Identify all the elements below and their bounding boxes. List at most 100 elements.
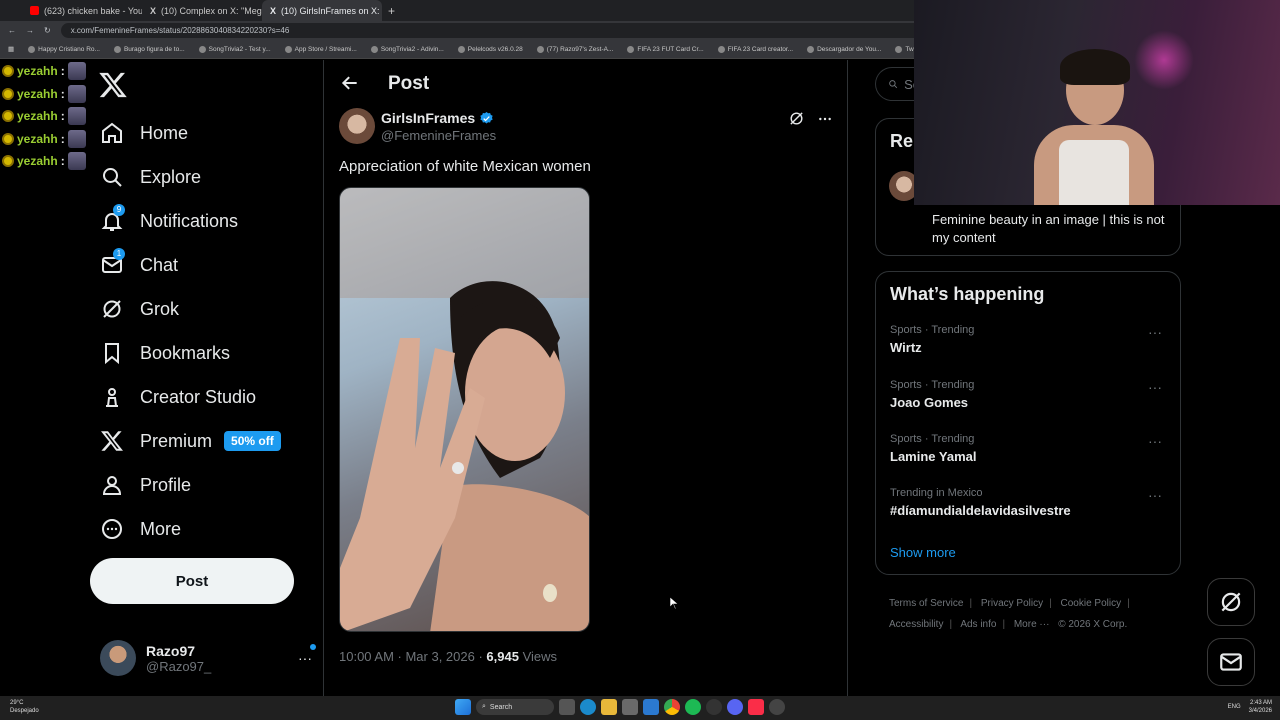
- bookmark-item[interactable]: App Store / Streami...: [284, 45, 357, 53]
- account-handle: @Razo97_: [146, 658, 212, 674]
- browser-tab[interactable]: X (10) Complex on X: "Megan Fo ✕: [142, 0, 262, 21]
- discord-icon[interactable]: [727, 699, 743, 715]
- mail-app-icon[interactable]: [643, 699, 659, 715]
- nav-home[interactable]: Home: [100, 111, 310, 155]
- bookmark-label: (77) Razo97's Zest-A...: [546, 45, 614, 53]
- obs-icon[interactable]: [706, 699, 722, 715]
- chat-username: yezahh: [17, 109, 58, 124]
- nav-grok[interactable]: Grok: [100, 287, 310, 331]
- grok-icon[interactable]: [788, 110, 805, 127]
- music-icon[interactable]: [748, 699, 764, 715]
- bookmark-item[interactable]: Burago figura de to...: [113, 45, 185, 53]
- more-icon[interactable]: ···: [1148, 487, 1162, 503]
- more-icon[interactable]: ···: [298, 644, 316, 666]
- messages-float-button[interactable]: [1207, 638, 1255, 686]
- stream-chat-overlay: yezahh: yezahh: yezahh: yezahh: yezahh:: [2, 60, 92, 173]
- footer-separator: |: [1049, 598, 1052, 609]
- store-icon[interactable]: [622, 699, 638, 715]
- trend-item[interactable]: Trending in Mexico #díamundialdelavidasi…: [890, 487, 1170, 518]
- bookmark-label: App Store / Streami...: [294, 45, 357, 53]
- new-tab-icon[interactable]: +: [388, 4, 395, 18]
- bookmark-favicon-icon: [457, 45, 465, 53]
- author-handle[interactable]: @FemenineFrames: [381, 128, 496, 143]
- nav-profile[interactable]: Profile: [100, 463, 310, 507]
- back-arrow-icon[interactable]: [340, 73, 360, 93]
- tab-label: (10) Complex on X: "Megan Fo: [161, 5, 262, 16]
- chat-badge-icon: [2, 110, 14, 123]
- footer-separator: |: [1127, 598, 1130, 609]
- spotify-icon[interactable]: [685, 699, 701, 715]
- author-avatar[interactable]: [339, 108, 375, 144]
- home-icon: [102, 122, 122, 143]
- system-tray: ENG 2:43 AM 3/4/2026: [1228, 699, 1272, 715]
- more-icon[interactable]: [817, 111, 833, 127]
- nav-bookmarks[interactable]: Bookmarks: [100, 331, 310, 375]
- bookmark-item[interactable]: Pelelcods v26.0.28: [457, 45, 523, 53]
- nav-chat[interactable]: 1 Chat: [100, 243, 310, 287]
- back-nav-icon[interactable]: ←: [8, 26, 16, 35]
- bookmark-label: Happy Cristiano Ro...: [38, 45, 100, 53]
- footer-link[interactable]: Ads info: [960, 619, 996, 630]
- bookmark-item[interactable]: (77) Razo97's Zest-A...: [536, 45, 614, 53]
- windows-start-icon[interactable]: [455, 699, 471, 715]
- post-time[interactable]: 10:00 AM · Mar 3, 2026 ·: [339, 649, 486, 664]
- browser-tab-active[interactable]: X (10) GirlsInFrames on X: "A ✕: [262, 0, 382, 21]
- bookmark-label: SongTrivia2 - Adivin...: [380, 45, 444, 53]
- weather-widget[interactable]: 29°C Despejado: [10, 699, 39, 715]
- post-media-image[interactable]: [339, 187, 590, 632]
- more-icon[interactable]: ···: [1148, 379, 1162, 395]
- bookmark-item[interactable]: Happy Cristiano Ro...: [28, 45, 100, 53]
- bookmark-item[interactable]: Descargador de You...: [807, 45, 881, 53]
- app-icon[interactable]: [769, 699, 785, 715]
- search-icon: [103, 168, 122, 187]
- footer-link[interactable]: Accessibility: [889, 619, 943, 630]
- nav-creator-studio[interactable]: Creator Studio: [100, 375, 310, 419]
- nav-notifications[interactable]: 9 Notifications: [100, 199, 310, 243]
- browser-tab[interactable]: (623) chicken bake - YouTube ✕: [22, 0, 142, 21]
- more-icon[interactable]: ···: [1148, 324, 1162, 340]
- grok-float-button[interactable]: [1207, 578, 1255, 626]
- bookmark-item[interactable]: SongTrivia2 - Adivin...: [370, 45, 444, 53]
- file-explorer-icon[interactable]: [601, 699, 617, 715]
- bookmark-favicon-icon: [717, 45, 725, 53]
- footer-link[interactable]: Cookie Policy: [1061, 598, 1122, 609]
- bookmark-item[interactable]: FIFA 23 Card creator...: [717, 45, 793, 53]
- post-button[interactable]: Post: [90, 558, 294, 604]
- trend-item[interactable]: Sports · Trending Joao Gomes ···: [890, 379, 1170, 410]
- url-field[interactable]: x.com/FemenineFrames/status/202886304083…: [60, 23, 941, 38]
- more-icon[interactable]: ···: [1148, 433, 1162, 449]
- trend-item[interactable]: Sports · Trending Wirtz ···: [890, 324, 1170, 355]
- forward-nav-icon[interactable]: →: [26, 26, 34, 35]
- clock[interactable]: 2:43 AM 3/4/2026: [1249, 699, 1272, 715]
- nav-premium[interactable]: Premium 50% off: [100, 419, 310, 463]
- taskbar-apps: ⌕ Search: [455, 699, 785, 715]
- language-indicator[interactable]: ENG: [1228, 704, 1241, 710]
- mouse-cursor-icon: [670, 597, 678, 609]
- apps-grid-icon[interactable]: ▦: [8, 45, 14, 53]
- x-logo-icon[interactable]: [98, 70, 128, 100]
- reload-icon[interactable]: ↻: [44, 26, 51, 35]
- bookmark-item[interactable]: FIFA 23 FUT Card Cr...: [627, 45, 704, 53]
- bookmark-item[interactable]: SongTrivia2 - Test y...: [198, 45, 271, 53]
- nav-explore[interactable]: Explore: [100, 155, 310, 199]
- person-icon: [102, 476, 122, 495]
- taskbar-search[interactable]: ⌕ Search: [476, 699, 554, 715]
- show-more-link[interactable]: Show more: [890, 545, 956, 560]
- footer-link[interactable]: Terms of Service: [889, 598, 963, 609]
- clock-time: 2:43 AM: [1249, 700, 1272, 706]
- weather-desc: Despejado: [10, 708, 39, 714]
- chat-username: yezahh: [17, 86, 58, 101]
- trend-item[interactable]: Sports · Trending Lamine Yamal ···: [890, 433, 1170, 464]
- nav-more[interactable]: More: [100, 507, 310, 551]
- clock-date: 3/4/2026: [1248, 708, 1272, 714]
- post-actions-top: [788, 110, 833, 127]
- chat-username: yezahh: [17, 131, 58, 146]
- footer-link[interactable]: Privacy Policy: [981, 598, 1043, 609]
- chrome-icon[interactable]: [664, 699, 680, 715]
- author-name-row[interactable]: GirlsInFrames: [381, 110, 494, 126]
- footer-link[interactable]: More ···: [1014, 619, 1050, 630]
- account-switcher[interactable]: Razo97 @Razo97_ ···: [100, 638, 316, 678]
- task-view-icon[interactable]: [559, 699, 575, 715]
- chat-emote-icon: [67, 129, 86, 148]
- edge-icon[interactable]: [580, 699, 596, 715]
